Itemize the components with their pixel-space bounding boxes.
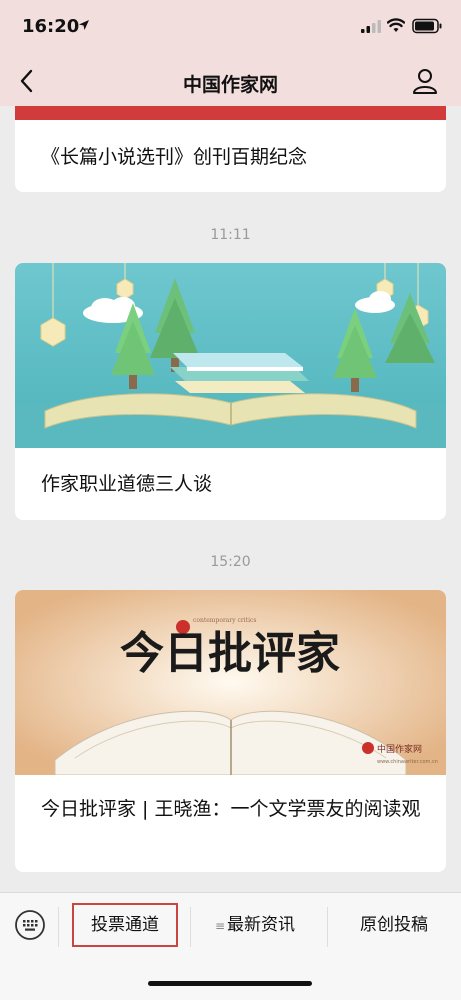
menu-label: 投票通道 <box>91 915 159 935</box>
article-title: 《长篇小说选刊》创刊百期纪念 <box>41 146 308 168</box>
article-card[interactable]: 《长篇小说选刊》创刊百期纪念 <box>15 106 446 192</box>
keyboard-icon[interactable] <box>14 909 46 941</box>
article-cover-image: contemporary critics 今日批评家 中国作家网 www.chi… <box>15 590 446 776</box>
article-title: 今日批评家 | 王晓渔：一个文学票友的阅读观 <box>41 798 421 820</box>
menu-news-button[interactable]: ≡ 最新资讯 <box>190 903 320 947</box>
location-arrow-icon <box>79 20 89 30</box>
article-cover-strip <box>15 106 446 120</box>
top-bar: 16:20 中国作家网 <box>0 0 461 106</box>
cover-brand: 中国作家网 <box>377 743 422 755</box>
today-critic-cover: contemporary critics 今日批评家 中国作家网 www.chi… <box>15 590 446 776</box>
menu-label: 原创投稿 <box>360 915 428 935</box>
article-card[interactable]: 作家职业道德三人谈 <box>15 263 446 520</box>
article-card[interactable]: contemporary critics 今日批评家 中国作家网 www.chi… <box>15 590 446 872</box>
home-indicator[interactable] <box>148 981 312 986</box>
article-title: 作家职业道德三人谈 <box>41 473 213 495</box>
cover-headline: 今日批评家 <box>120 628 340 679</box>
message-timestamp: 15:20 <box>210 554 251 570</box>
page-title: 中国作家网 <box>182 74 278 96</box>
open-book-forest-illustration <box>15 263 446 448</box>
article-cover-image <box>15 263 446 448</box>
status-time: 16:20 <box>22 16 80 37</box>
menu-label: 最新资讯 <box>227 915 296 935</box>
menu-submit-button[interactable]: 原创投稿 <box>334 903 454 947</box>
signal-icon <box>361 20 381 33</box>
menu-lines-icon: ≡ <box>214 919 226 933</box>
menu-divider <box>58 907 59 947</box>
menu-vote-button[interactable]: 投票通道 <box>72 903 178 947</box>
cover-seal-text: contemporary critics <box>193 617 256 624</box>
battery-icon <box>412 18 442 34</box>
cover-brand-url: www.chinawriter.com.cn <box>377 759 438 765</box>
message-timestamp: 11:11 <box>210 227 251 243</box>
bottom-menu-bar: 投票通道 ≡ 最新资讯 原创投稿 <box>0 892 461 1000</box>
menu-divider <box>327 907 328 947</box>
status-bar: 16:20 <box>0 10 461 40</box>
user-icon[interactable] <box>410 66 440 96</box>
wifi-icon <box>387 18 405 32</box>
